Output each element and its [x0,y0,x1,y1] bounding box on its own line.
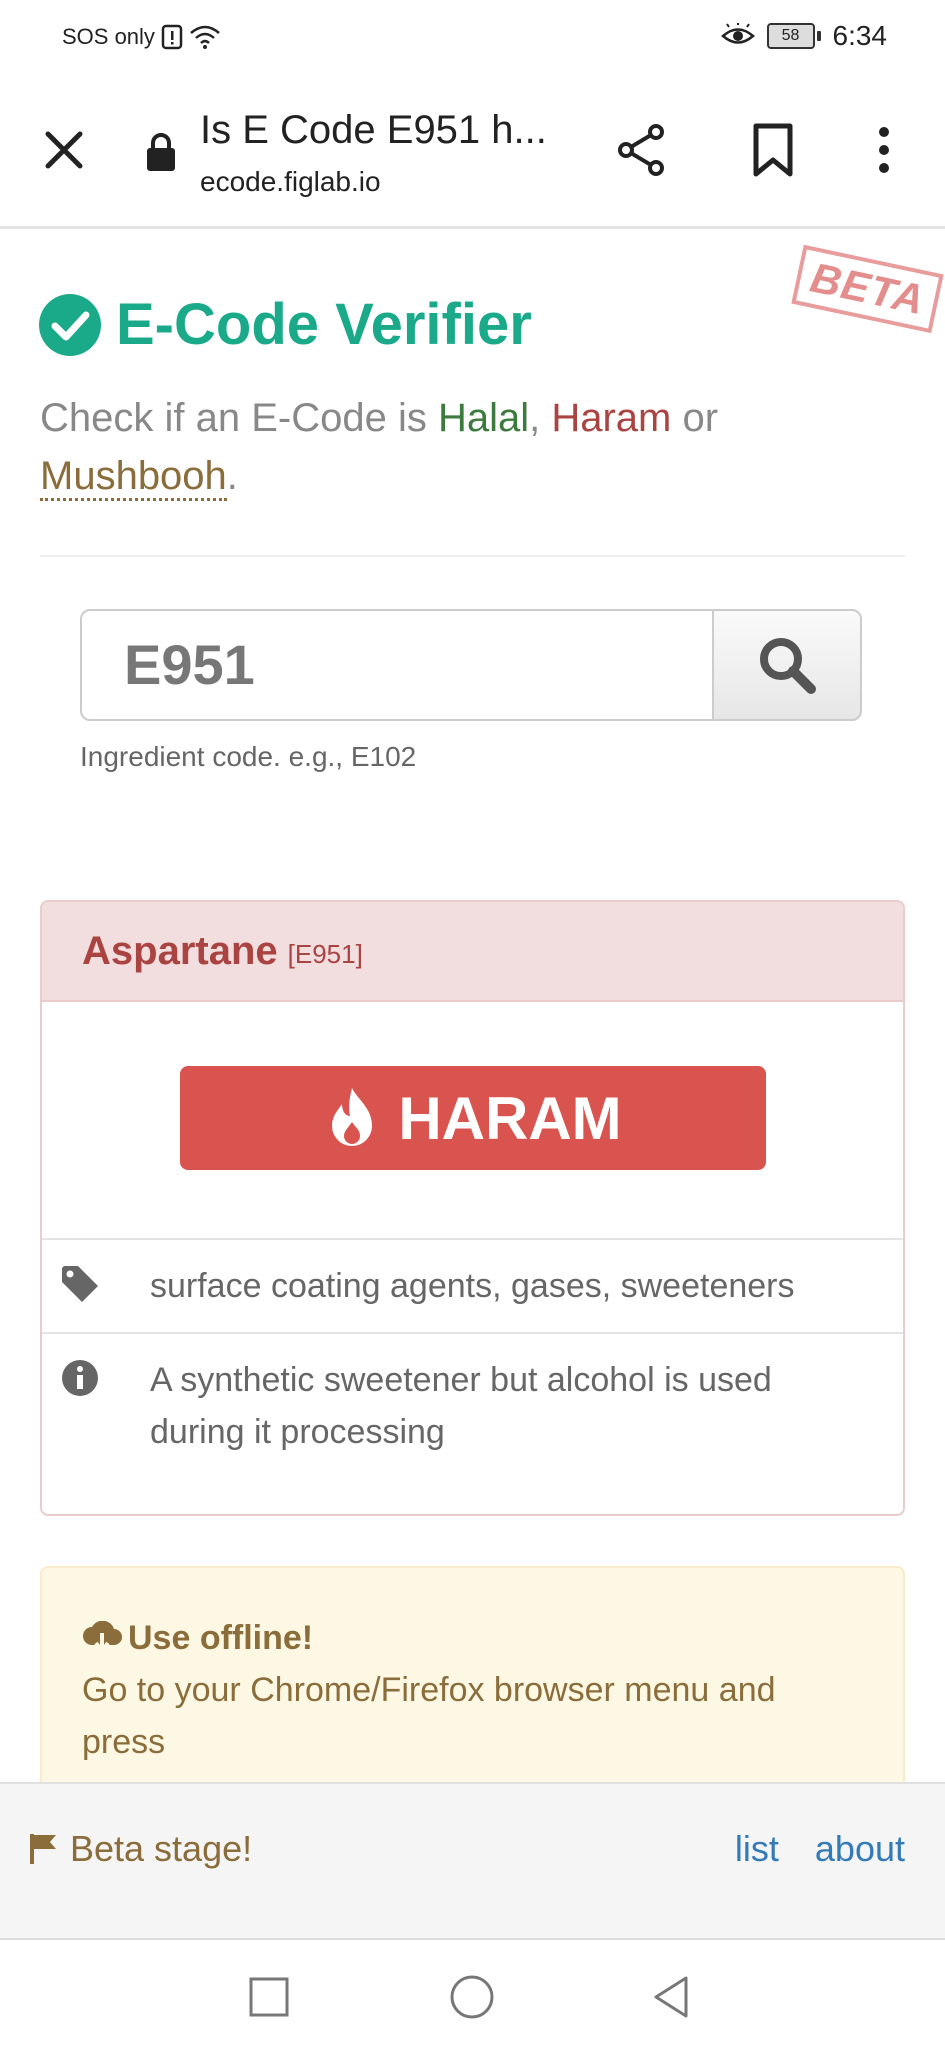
result-header: Aspartane [E951] [42,902,903,1002]
verdict-label: HARAM [398,1084,622,1152]
info-icon [62,1360,98,1396]
halal-label: Halal [437,396,530,440]
search-button[interactable] [712,609,862,721]
recents-icon[interactable] [244,1972,294,2022]
haram-label: Haram [551,396,672,440]
categories-text: surface coating agents, gases, sweetener… [150,1267,795,1305]
bookmark-icon[interactable] [744,120,802,180]
app-title: E-Code Verifier [116,292,532,357]
bottom-bar: Beta stage! list about [0,1782,945,1940]
battery-level: 58 [766,23,815,49]
share-icon[interactable] [612,120,672,180]
search-help-text: Ingredient code. e.g., E102 [80,741,417,772]
page-heading: E-Code Verifier [38,291,532,358]
info-row: A synthetic sweetener but alcohol is use… [42,1334,903,1478]
verdict-badge: HARAM [180,1066,766,1170]
browser-toolbar: Is E Code E951 h... ecode.figlab.io [0,80,945,229]
beta-stamp: BETA [791,244,944,334]
more-menu-icon[interactable] [864,120,904,180]
fire-icon [332,1088,373,1146]
beta-note: Beta stage! [28,1828,252,1870]
subtitle-suffix: . [226,454,238,498]
tag-icon [62,1266,98,1302]
status-left: SOS only [62,24,221,50]
status-right: 58 6:34 [720,20,888,52]
ingredient-code: [E951] [287,938,363,969]
sim-alert-icon [161,24,183,50]
close-icon[interactable] [36,122,92,178]
offline-text: Go to your Chrome/Firefox browser menu a… [82,1671,776,1761]
result-panel: Aspartane [E951] HARAM surface coating a… [40,900,905,1516]
lock-icon [147,133,175,171]
home-icon[interactable] [447,1972,497,2022]
page-title-tab[interactable]: Is E Code E951 h... [200,108,547,153]
cloud-download-icon [83,1621,122,1655]
url-bar[interactable]: ecode.figlab.io [200,166,381,198]
status-bar: SOS only 58 6:34 [0,0,945,80]
info-text: A synthetic sweetener but alcohol is use… [150,1361,772,1451]
verdict-section: HARAM [42,1002,903,1240]
subtitle-prefix: Check if an E-Code is [40,396,438,440]
ingredient-name: Aspartane [82,928,278,973]
beta-note-text: Beta stage! [70,1828,253,1869]
offline-heading: Use offline! [82,1612,863,1664]
wifi-icon [190,25,220,49]
mushbooh-link[interactable]: Mushbooh [40,454,227,501]
categories-row: surface coating agents, gases, sweetener… [42,1240,903,1334]
battery-icon: 58 [766,23,821,49]
search-icon [760,638,816,694]
subtitle: Check if an E-Code is Halal, Haram or Mu… [40,389,900,505]
search-group: E951 [80,609,865,725]
divider [40,555,905,557]
footer-links: list about [735,1828,905,1870]
subtitle-sep1: , [529,396,552,440]
ecode-search-input[interactable]: E951 [80,609,712,721]
clock: 6:34 [832,20,888,51]
eye-icon [720,23,755,44]
check-circle-icon [39,293,101,356]
carrier-text: SOS only [62,24,155,49]
list-link[interactable]: list [735,1828,779,1870]
about-link[interactable]: about [815,1828,905,1870]
offline-title: Use offline! [128,1619,314,1657]
system-nav-bar [0,1938,945,2050]
subtitle-sep2: or [671,396,719,440]
flag-icon [30,1834,56,1864]
back-icon[interactable] [646,1972,696,2022]
